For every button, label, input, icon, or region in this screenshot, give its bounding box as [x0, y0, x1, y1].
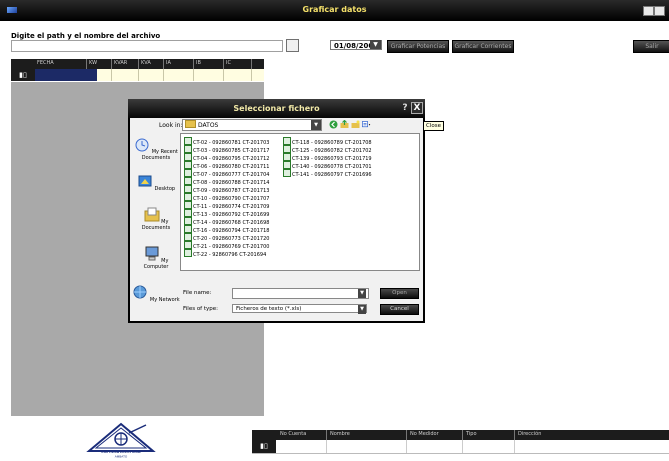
row-selector-icon[interactable]: ▮▯	[252, 440, 276, 453]
help-button[interactable]: ?	[399, 102, 411, 114]
views-menu-icon[interactable]	[362, 120, 371, 129]
dialog-title: Seleccionar fichero	[233, 104, 320, 113]
customer-grid[interactable]: No Cuenta Nombre No Medidor Tipo Direcci…	[252, 430, 669, 455]
desktop-icon	[138, 175, 152, 187]
spreadsheet-file-icon	[184, 225, 192, 233]
dialog-titlebar: Seleccionar fichero ? X	[128, 99, 425, 118]
spreadsheet-file-icon	[184, 145, 192, 153]
places-bar: My Recent Documents Desktop My Documents…	[132, 133, 180, 316]
col-ib[interactable]: IB	[196, 60, 201, 66]
place-recent-documents[interactable]: My Recent Documents	[132, 137, 180, 161]
graficar-corrientes-button[interactable]: Graficar Corrientes	[452, 40, 514, 53]
col-no-cuenta[interactable]: No Cuenta	[280, 431, 306, 437]
col-kw[interactable]: KW	[89, 60, 97, 66]
my-computer-icon	[145, 246, 159, 261]
customer-grid-header: No Cuenta Nombre No Medidor Tipo Direcci…	[252, 430, 669, 440]
place-label: Desktop	[154, 186, 176, 192]
place-desktop[interactable]: Desktop	[132, 174, 180, 192]
spreadsheet-file-icon	[184, 217, 192, 225]
dialog-close-button[interactable]: X	[411, 102, 423, 114]
file-type-dropdown-icon[interactable]: ▼	[358, 305, 366, 314]
spreadsheet-file-icon	[184, 177, 192, 185]
file-name-input[interactable]	[232, 288, 369, 299]
spreadsheet-file-icon	[283, 137, 291, 145]
file-name-label: File name:	[183, 290, 212, 296]
close-window-button[interactable]	[654, 6, 665, 16]
spreadsheet-file-icon	[184, 137, 192, 145]
file-item[interactable]: CT-22 - 92860796 CT-201694	[184, 249, 266, 259]
customer-grid-row[interactable]: ▮▯	[252, 440, 669, 454]
folder-icon	[185, 120, 196, 128]
file-name: CT-141 - 092860797 CT-201696	[292, 172, 372, 178]
file-list[interactable]: CT-02 - 092860781 CT-201703 CT-03 - 09286…	[180, 133, 420, 271]
back-icon[interactable]	[329, 120, 338, 129]
close-tooltip: Close	[423, 121, 444, 131]
spreadsheet-file-icon	[184, 193, 192, 201]
cancel-button[interactable]: Cancel	[380, 304, 419, 315]
browse-button[interactable]	[286, 39, 299, 52]
salir-button[interactable]: Salir	[633, 40, 669, 53]
logo-text-2: AMBATO	[115, 455, 128, 459]
spreadsheet-file-icon	[283, 169, 291, 177]
spreadsheet-file-icon	[283, 153, 291, 161]
up-folder-icon[interactable]	[340, 120, 349, 129]
recent-documents-icon	[135, 138, 149, 152]
grid-row[interactable]: ▮▯	[11, 69, 264, 81]
file-type-select[interactable]: Ficheros de texto (*.xls)	[232, 304, 367, 313]
col-ic[interactable]: IC	[226, 60, 231, 66]
my-documents-icon	[144, 207, 160, 222]
spreadsheet-file-icon	[184, 153, 192, 161]
spreadsheet-file-icon	[184, 241, 192, 249]
col-nombre[interactable]: Nombre	[330, 431, 350, 437]
date-dropdown-icon[interactable]: ▼	[370, 40, 381, 49]
place-my-computer[interactable]: My Computer	[132, 246, 180, 270]
row-selector-icon[interactable]: ▮▯	[11, 69, 35, 81]
col-kvar[interactable]: KVAR	[114, 60, 127, 66]
graficar-potencias-button[interactable]: Graficar Potencias	[387, 40, 449, 53]
spreadsheet-file-icon	[184, 233, 192, 241]
file-name-dropdown-icon[interactable]: ▼	[358, 289, 366, 298]
minimize-button[interactable]	[643, 6, 654, 16]
spreadsheet-file-icon	[283, 161, 291, 169]
col-ia[interactable]: IA	[166, 60, 171, 66]
col-fecha[interactable]: FECHA	[37, 60, 54, 66]
new-folder-icon[interactable]	[351, 120, 360, 129]
company-logo: EMPRESA ELECTRICA AMBATO	[86, 421, 156, 459]
open-button[interactable]: Open	[380, 288, 419, 299]
my-network-icon	[133, 285, 147, 299]
spreadsheet-file-icon	[184, 185, 192, 193]
file-item[interactable]: CT-141 - 092860797 CT-201696	[283, 169, 372, 179]
file-type-label: Files of type:	[183, 306, 219, 312]
window-title: Graficar datos	[302, 5, 367, 14]
spreadsheet-file-icon	[184, 209, 192, 217]
col-kva[interactable]: KVA	[141, 60, 151, 66]
spreadsheet-file-icon	[184, 169, 192, 177]
col-tipo[interactable]: Tipo	[466, 431, 477, 437]
look-in-value: DATOS	[198, 122, 219, 129]
col-direccion[interactable]: Dirección	[518, 431, 541, 437]
spreadsheet-file-icon	[184, 201, 192, 209]
look-in-select[interactable]: DATOS ▼	[182, 119, 322, 131]
place-label: My Network	[149, 297, 180, 303]
spreadsheet-file-icon	[184, 161, 192, 169]
chevron-down-icon[interactable]: ▼	[311, 120, 321, 130]
current-cell[interactable]	[35, 69, 97, 81]
place-my-documents[interactable]: My Documents	[132, 207, 180, 231]
grid-header: FECHA KW KVAR KVA IA IB IC	[11, 59, 264, 69]
file-name: CT-22 - 92860796 CT-201694	[193, 252, 267, 258]
look-in-label: Look in:	[159, 122, 183, 129]
path-input[interactable]	[11, 40, 283, 52]
place-my-network[interactable]: My Network	[132, 285, 180, 303]
data-grid[interactable]: FECHA KW KVAR KVA IA IB IC ▮▯	[11, 59, 264, 82]
col-no-medidor[interactable]: No Medidor	[410, 431, 439, 437]
spreadsheet-file-icon	[184, 249, 192, 257]
select-file-dialog: Seleccionar fichero ? X Look in: DATOS ▼…	[128, 99, 425, 323]
path-label: Digite el path y el nombre del archivo	[11, 32, 161, 40]
dialog-body: Look in: DATOS ▼ My Recent Documents Des…	[130, 118, 423, 321]
spreadsheet-file-icon	[283, 145, 291, 153]
logo-text-1: EMPRESA ELECTRICA	[101, 450, 141, 454]
window-titlebar: Graficar datos	[0, 0, 669, 21]
